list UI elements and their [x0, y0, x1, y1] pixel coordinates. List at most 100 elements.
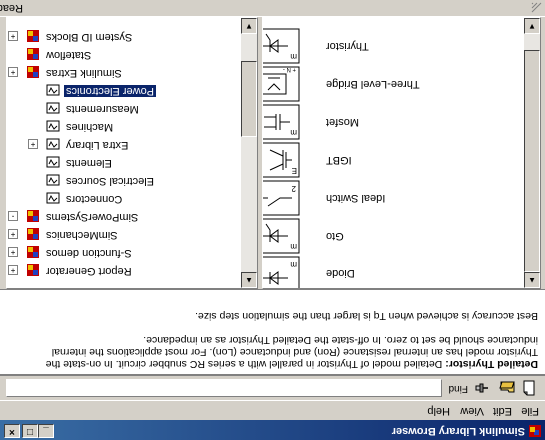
block-label: Diode	[326, 267, 355, 279]
tree-node[interactable]: + System ID Blocks	[7, 27, 257, 45]
menu-help[interactable]: Help	[427, 405, 450, 417]
resize-grip-icon[interactable]	[531, 2, 543, 14]
three-level-bridge-block-icon: + N -	[262, 66, 300, 102]
open-model-icon[interactable]	[499, 380, 515, 396]
status-text: Ready	[0, 2, 23, 14]
tree-node[interactable]: Connectors	[7, 189, 257, 207]
tree-node[interactable]: + SimMechanics	[7, 225, 257, 243]
tree-node-label: Extra Library	[66, 139, 129, 151]
block-mosfet[interactable]: mg	[262, 104, 300, 140]
toolbar: Find	[0, 375, 545, 401]
collapse-toggle-icon[interactable]: -	[8, 211, 18, 221]
tree-node-label: Machines	[66, 121, 114, 133]
block-description: Detailed Thyristor: Detailed model of Th…	[6, 310, 538, 370]
tree-node-label: Electrical Sources	[66, 175, 155, 187]
block-label: Mosfet	[326, 116, 360, 128]
tree-node[interactable]: - SimPowerSystems	[7, 207, 257, 225]
pin-icon[interactable]	[474, 380, 490, 396]
tree-node[interactable]: + Report Generator	[7, 261, 257, 279]
library-icon	[27, 246, 39, 258]
expand-toggle-icon[interactable]: +	[8, 265, 18, 275]
library-icon	[27, 30, 39, 42]
sublibrary-icon	[46, 192, 60, 204]
tree-node-label: Connectors	[66, 193, 123, 205]
svg-text:E: E	[292, 166, 297, 175]
svg-text:m: m	[290, 128, 297, 137]
diode-block-icon: ma	[262, 256, 300, 289]
svg-text:m: m	[290, 260, 297, 269]
tree-node-label: SimMechanics	[46, 229, 118, 241]
thyristor-block-icon: mg	[262, 28, 300, 64]
library-icon	[27, 48, 39, 60]
sublibrary-icon	[46, 138, 60, 150]
library-icon	[27, 228, 39, 240]
tree-node-label: Simulink Extras	[46, 67, 122, 79]
menu-file[interactable]: File	[521, 405, 539, 417]
library-pane: ▲ ▼ ma Diode mg Gto 21 Ideal	[0, 17, 545, 289]
expand-toggle-icon[interactable]: +	[8, 31, 18, 41]
menu-view[interactable]: View	[460, 405, 484, 417]
sublibrary-icon	[46, 84, 60, 96]
tree-node-label: Report Generator	[46, 265, 132, 277]
tree-node[interactable]: Stateflow	[7, 45, 257, 63]
block-list-scrollbar[interactable]: ▲ ▼	[524, 18, 540, 288]
block-ideal-switch[interactable]: 21	[262, 180, 300, 216]
sublibrary-icon	[46, 174, 60, 186]
library-tree[interactable]: ▲ ▼ + Report Generator + S-function demos + S…	[6, 17, 258, 289]
window-title: Simulink Library Browser	[391, 425, 525, 437]
ideal-switch-block-icon: 21	[262, 180, 300, 216]
find-label: Find	[448, 383, 468, 394]
library-icon	[27, 264, 39, 276]
svg-text:m: m	[290, 52, 297, 61]
minimize-button[interactable]: _	[38, 424, 54, 438]
tree-node[interactable]: Machines	[7, 117, 257, 135]
find-input[interactable]	[6, 379, 442, 397]
library-browser-window: Simulink Library Browser _ □ × File Edit…	[0, 0, 545, 440]
svg-text:m: m	[290, 242, 297, 251]
description-heading: Detailed Thyristor:	[445, 358, 538, 370]
tree-node[interactable]: + S-function demos	[7, 243, 257, 261]
tree-node-label: Power Electronics	[64, 85, 157, 97]
tree-node[interactable]: Measurements	[7, 99, 257, 117]
tree-node-label: Stateflow	[46, 49, 92, 61]
block-diode[interactable]: ma	[262, 256, 300, 289]
block-label: Three-Level Bridge	[326, 78, 420, 90]
block-label: Thyristor	[326, 40, 369, 52]
block-gto[interactable]: mg	[262, 218, 300, 254]
svg-text:2: 2	[291, 184, 296, 193]
gto-block-icon: mg	[262, 218, 300, 254]
expand-toggle-icon[interactable]: +	[8, 229, 18, 239]
tree-node-label: S-function demos	[46, 247, 132, 259]
title-bar[interactable]: Simulink Library Browser _ □ ×	[0, 420, 545, 440]
close-button[interactable]: ×	[4, 424, 20, 438]
block-list[interactable]: ▲ ▼ ma Diode mg Gto 21 Ideal	[262, 17, 541, 289]
sublibrary-icon	[46, 102, 60, 114]
expand-toggle-icon[interactable]: +	[8, 247, 18, 257]
block-thyristor[interactable]: mg	[262, 28, 300, 64]
scroll-up-button[interactable]: ▲	[524, 272, 540, 288]
tree-node-label: Measurements	[66, 103, 139, 115]
scroll-down-button[interactable]: ▼	[524, 18, 540, 34]
block-description-pane: Detailed Thyristor: Detailed model of Th…	[0, 289, 545, 375]
block-igbt[interactable]: EC	[262, 142, 300, 178]
scroll-thumb[interactable]	[524, 50, 540, 272]
tree-node[interactable]: + Simulink Extras	[7, 63, 257, 81]
tree-node[interactable]: + Extra Library	[7, 135, 257, 153]
new-model-icon[interactable]	[521, 380, 537, 396]
status-bar: Ready	[0, 0, 545, 17]
svg-text:+ N -: + N -	[283, 66, 296, 72]
sublibrary-icon	[46, 120, 60, 132]
block-label: IGBT	[326, 154, 352, 166]
block-three-level-bridge[interactable]: + N -	[262, 66, 300, 102]
tree-node-label: SimPowerSystems	[46, 211, 139, 223]
tree-node[interactable]: Elements	[7, 153, 257, 171]
expand-toggle-icon[interactable]: +	[28, 139, 38, 149]
library-icon	[27, 66, 39, 78]
tree-node[interactable]: Electrical Sources	[7, 171, 257, 189]
block-label: Ideal Switch	[326, 192, 386, 204]
expand-toggle-icon[interactable]: +	[8, 67, 18, 77]
menu-edit[interactable]: Edit	[493, 405, 512, 417]
tree-node[interactable]: Power Electronics	[7, 81, 257, 99]
maximize-button[interactable]: □	[22, 424, 38, 438]
mosfet-block-icon: mg	[262, 104, 300, 140]
